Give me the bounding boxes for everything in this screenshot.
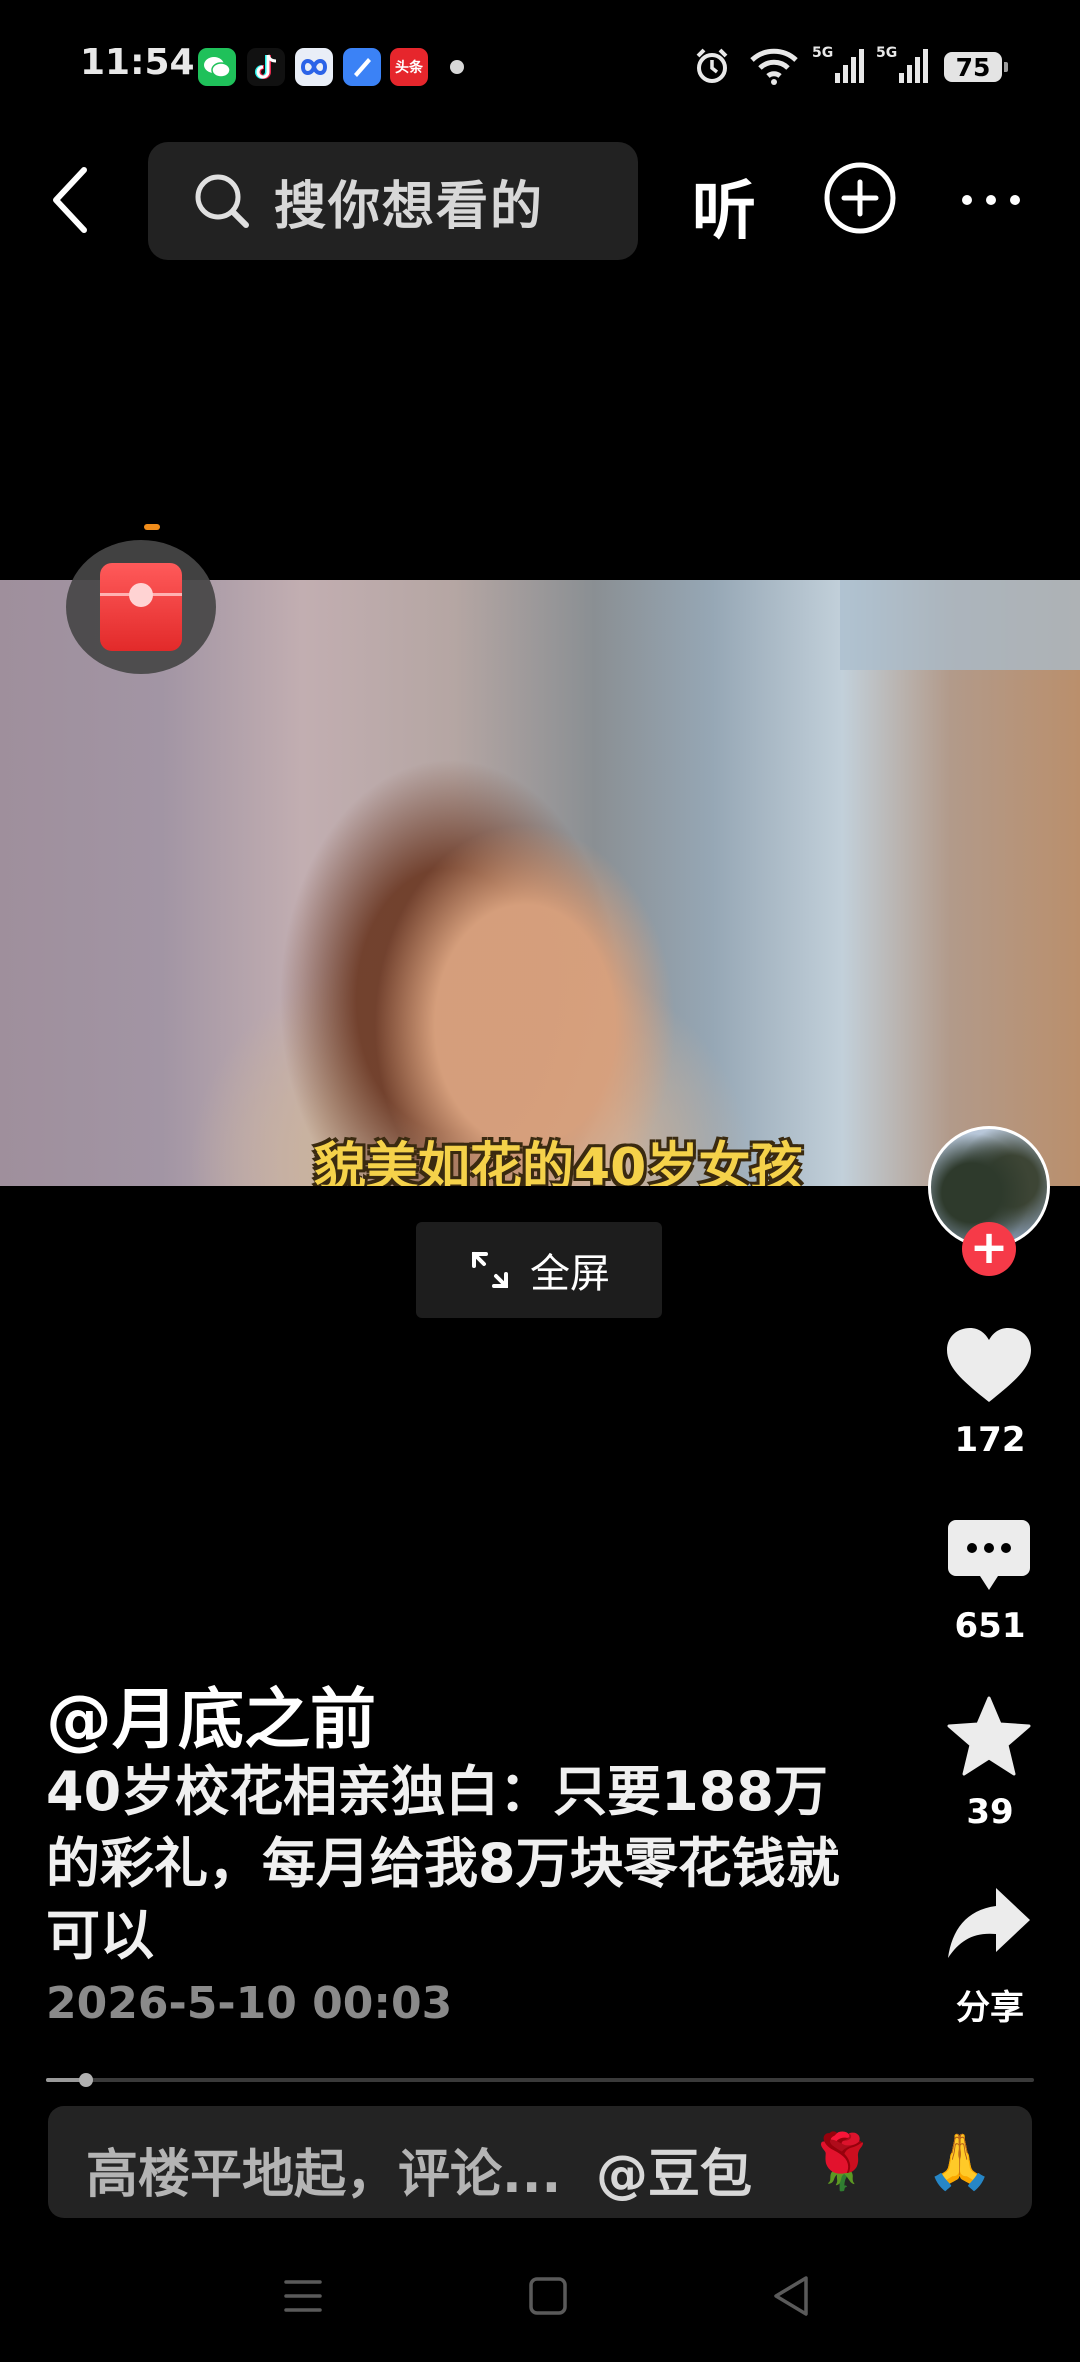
more-options-button[interactable] (958, 180, 1024, 220)
pray-emoji-button[interactable]: 🙏 (926, 2130, 993, 2194)
author-name[interactable]: @月底之前 (46, 1666, 376, 1762)
comment-button[interactable] (946, 1518, 1032, 1594)
comment-placeholder: 高楼平地起，评论... (86, 2145, 562, 2205)
baidu-netdisk-icon (295, 48, 333, 86)
battery-indicator: 75 (944, 52, 1008, 82)
comment-icon (948, 1520, 1030, 1590)
wechat-icon (198, 48, 236, 86)
like-count: 172 (954, 1420, 1026, 1460)
nav-menu-button[interactable] (280, 2276, 326, 2316)
video-subtitle: 貌美如花的40岁女孩 (314, 1138, 803, 1186)
alarm-icon (692, 44, 732, 88)
add-button[interactable] (822, 160, 898, 236)
toutiao-icon: 头条 (390, 48, 428, 86)
expand-icon (472, 1252, 508, 1288)
favorite-button[interactable] (946, 1696, 1032, 1778)
back-button[interactable] (40, 160, 100, 240)
follow-button[interactable]: + (962, 1222, 1016, 1276)
listen-button[interactable]: 听 (692, 160, 756, 252)
signal-2-icon: 5G (876, 44, 929, 88)
share-button[interactable] (946, 1886, 1032, 1962)
like-button[interactable] (944, 1326, 1034, 1406)
triangle-back-icon (774, 2276, 808, 2316)
video-frame-overlay (840, 580, 1080, 670)
redpacket-icon[interactable] (100, 563, 182, 651)
share-label: 分享 (956, 1988, 1024, 2028)
tiktok-icon (247, 48, 285, 86)
redpacket-timer-icon (144, 524, 160, 530)
heart-icon (947, 1328, 1031, 1402)
rose-emoji-button[interactable]: 🌹 (808, 2130, 875, 2194)
star-icon (947, 1696, 1031, 1776)
progress-handle[interactable] (79, 2073, 93, 2087)
comment-count: 651 (954, 1606, 1026, 1646)
fullscreen-label: 全屏 (530, 1251, 610, 1297)
wifi-icon (748, 44, 800, 88)
menu-icon (284, 2280, 322, 2312)
nav-back-button[interactable] (770, 2274, 812, 2318)
mention-doubao-button[interactable]: @豆包 (596, 2132, 752, 2207)
network-type-2: 5G (876, 45, 898, 61)
app-blue-icon (343, 48, 381, 86)
fullscreen-button[interactable]: 全屏 (416, 1222, 662, 1318)
video-description: 40岁校花相亲独白：只要188万的彩礼，每月给我8万块零花钱就可以 (46, 1760, 840, 1967)
signal-1-icon: 5G (812, 44, 865, 88)
post-date: 2026-5-10 00:03 (46, 1978, 453, 2029)
network-type-1: 5G (812, 45, 834, 61)
nav-home-button[interactable] (528, 2276, 568, 2316)
status-time: 11:54 (80, 42, 195, 83)
square-icon (529, 2277, 567, 2315)
progress-bar[interactable] (46, 2078, 1034, 2082)
share-icon (948, 1888, 1030, 1958)
search-input[interactable]: 搜你想看的 (148, 142, 638, 260)
search-icon (190, 169, 254, 233)
search-placeholder: 搜你想看的 (274, 176, 545, 237)
notification-dot-icon (450, 60, 464, 74)
favorite-count: 39 (966, 1792, 1014, 1832)
